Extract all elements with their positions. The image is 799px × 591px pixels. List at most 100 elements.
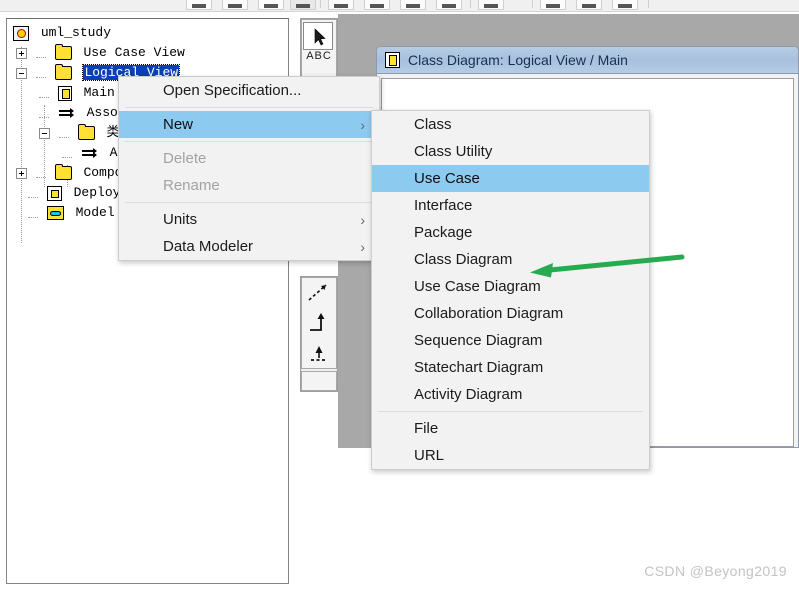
submenu-item-class-diagram[interactable]: Class Diagram xyxy=(372,246,649,273)
tree-connector xyxy=(39,109,49,118)
menu-item-label: Sequence Diagram xyxy=(414,332,543,349)
toolbar-button-3[interactable] xyxy=(258,0,284,10)
menu-item-label: Statechart Diagram xyxy=(414,359,544,376)
menu-item-open-specification[interactable]: Open Specification... xyxy=(119,77,379,104)
submenu-item-use-case-diagram[interactable]: Use Case Diagram xyxy=(372,273,649,300)
toolbar-button-7[interactable] xyxy=(400,0,426,10)
menu-item-rename: Rename xyxy=(119,172,379,199)
menu-item-label: URL xyxy=(414,447,445,464)
tree-node-label: Use Case View xyxy=(83,45,185,60)
submenu-item-class[interactable]: Class xyxy=(372,111,649,138)
class-diagram-icon xyxy=(57,85,72,101)
menu-separator xyxy=(378,411,643,412)
drawing-toolbar-bottom xyxy=(300,276,338,392)
toolbar-button-6[interactable] xyxy=(364,0,390,10)
new-submenu: Class Class Utility Use Case Interface P… xyxy=(371,110,650,470)
text-tool[interactable]: ABC xyxy=(302,50,336,62)
toolbar-separator-2 xyxy=(470,0,471,8)
submenu-item-activity-diagram[interactable]: Activity Diagram xyxy=(372,381,649,408)
diagram-window-title: Class Diagram: Logical View / Main xyxy=(408,52,628,68)
association-icon xyxy=(81,146,98,160)
menu-item-new[interactable]: New › xyxy=(119,111,379,138)
toolbar-button-1[interactable] xyxy=(186,0,212,10)
drawing-tool-group xyxy=(301,277,337,369)
toolbar-button-12[interactable] xyxy=(612,0,638,10)
submenu-item-class-utility[interactable]: Class Utility xyxy=(372,138,649,165)
menu-item-label: Rename xyxy=(163,177,220,194)
transition-to-self-tool[interactable] xyxy=(302,338,336,368)
association-icon xyxy=(58,106,75,120)
menu-item-data-modeler[interactable]: Data Modeler › xyxy=(119,233,379,260)
model-icon xyxy=(13,25,29,41)
tree-connector xyxy=(39,89,49,98)
expander-plus-icon[interactable] xyxy=(16,47,27,59)
menu-item-label: Class Utility xyxy=(414,143,493,160)
menu-item-label: Interface xyxy=(414,197,473,214)
main-toolbar xyxy=(0,0,799,12)
tree-connector xyxy=(28,209,38,218)
cursor-arrow-icon xyxy=(314,28,326,46)
submenu-item-file[interactable]: File xyxy=(372,415,649,442)
toolbar-button-2[interactable] xyxy=(222,0,248,10)
submenu-item-interface[interactable]: Interface xyxy=(372,192,649,219)
menu-item-label: Use Case xyxy=(414,170,480,187)
chevron-right-icon: › xyxy=(360,238,365,255)
folder-icon xyxy=(54,44,72,60)
tree-node-label: A xyxy=(109,145,118,160)
menu-separator xyxy=(125,202,373,203)
app-window: Class Diagram: Logical View / Main uml_s… xyxy=(0,0,799,591)
menu-item-label: Class Diagram xyxy=(414,251,513,268)
menu-separator xyxy=(125,107,373,108)
diagram-window-titlebar[interactable]: Class Diagram: Logical View / Main xyxy=(377,47,798,74)
context-menu: Open Specification... New › Delete Renam… xyxy=(118,76,380,261)
toolbar-separator-4 xyxy=(648,0,649,8)
menu-item-label: Units xyxy=(163,211,198,228)
submenu-item-sequence-diagram[interactable]: Sequence Diagram xyxy=(372,327,649,354)
watermark: CSDN @Beyong2019 xyxy=(644,563,787,579)
submenu-item-package[interactable]: Package xyxy=(372,219,649,246)
tree-node-label: Main xyxy=(83,85,115,100)
toolbar-button-4[interactable] xyxy=(290,0,316,10)
tree-node-label: Asso xyxy=(86,105,118,120)
menu-item-label: Delete xyxy=(163,150,207,167)
expander-plus-icon[interactable] xyxy=(16,167,27,179)
expander-minus-icon[interactable] xyxy=(16,67,27,79)
menu-item-label: File xyxy=(414,420,439,437)
transition-tool[interactable] xyxy=(302,308,336,338)
menu-item-units[interactable]: Units › xyxy=(119,206,379,233)
menu-item-label: New xyxy=(163,116,194,133)
chevron-right-icon: › xyxy=(360,211,365,228)
folder-icon xyxy=(54,164,72,180)
drawing-tool-group: ABC xyxy=(301,19,337,79)
toolbar-button-8[interactable] xyxy=(436,0,462,10)
menu-item-label: Package xyxy=(414,224,473,241)
toolbar-button-9[interactable] xyxy=(478,0,504,10)
submenu-item-collaboration-diagram[interactable]: Collaboration Diagram xyxy=(372,300,649,327)
tree-connector xyxy=(35,69,46,78)
tree-connector xyxy=(58,129,69,138)
drawing-toolbar-top: ABC xyxy=(300,18,338,80)
tree-node-label: uml_study xyxy=(40,25,112,40)
submenu-item-url[interactable]: URL xyxy=(372,442,649,469)
submenu-item-statechart-diagram[interactable]: Statechart Diagram xyxy=(372,354,649,381)
toolbar-button-10[interactable] xyxy=(540,0,566,10)
tree-connector xyxy=(35,49,46,58)
toolbar-button-5[interactable] xyxy=(328,0,354,10)
toolbar-button-11[interactable] xyxy=(576,0,602,10)
menu-item-delete: Delete xyxy=(119,145,379,172)
tree-node-uml-study[interactable]: uml_study xyxy=(7,23,288,43)
expander-minus-icon[interactable] xyxy=(39,127,50,139)
class-diagram-icon xyxy=(385,52,400,68)
menu-separator xyxy=(125,141,373,142)
dependency-tool[interactable] xyxy=(302,278,336,308)
menu-item-label: Open Specification... xyxy=(163,82,302,99)
submenu-item-use-case[interactable]: Use Case xyxy=(372,165,649,192)
folder-icon xyxy=(54,64,72,80)
drawing-tool-group-extra xyxy=(301,371,337,391)
chevron-right-icon: › xyxy=(360,116,365,133)
transition-self-icon xyxy=(311,346,326,361)
menu-item-label: Activity Diagram xyxy=(414,386,523,403)
select-arrow-tool[interactable] xyxy=(303,22,333,50)
tree-connector xyxy=(62,149,72,158)
tree-node-use-case-view[interactable]: Use Case View xyxy=(7,43,288,63)
